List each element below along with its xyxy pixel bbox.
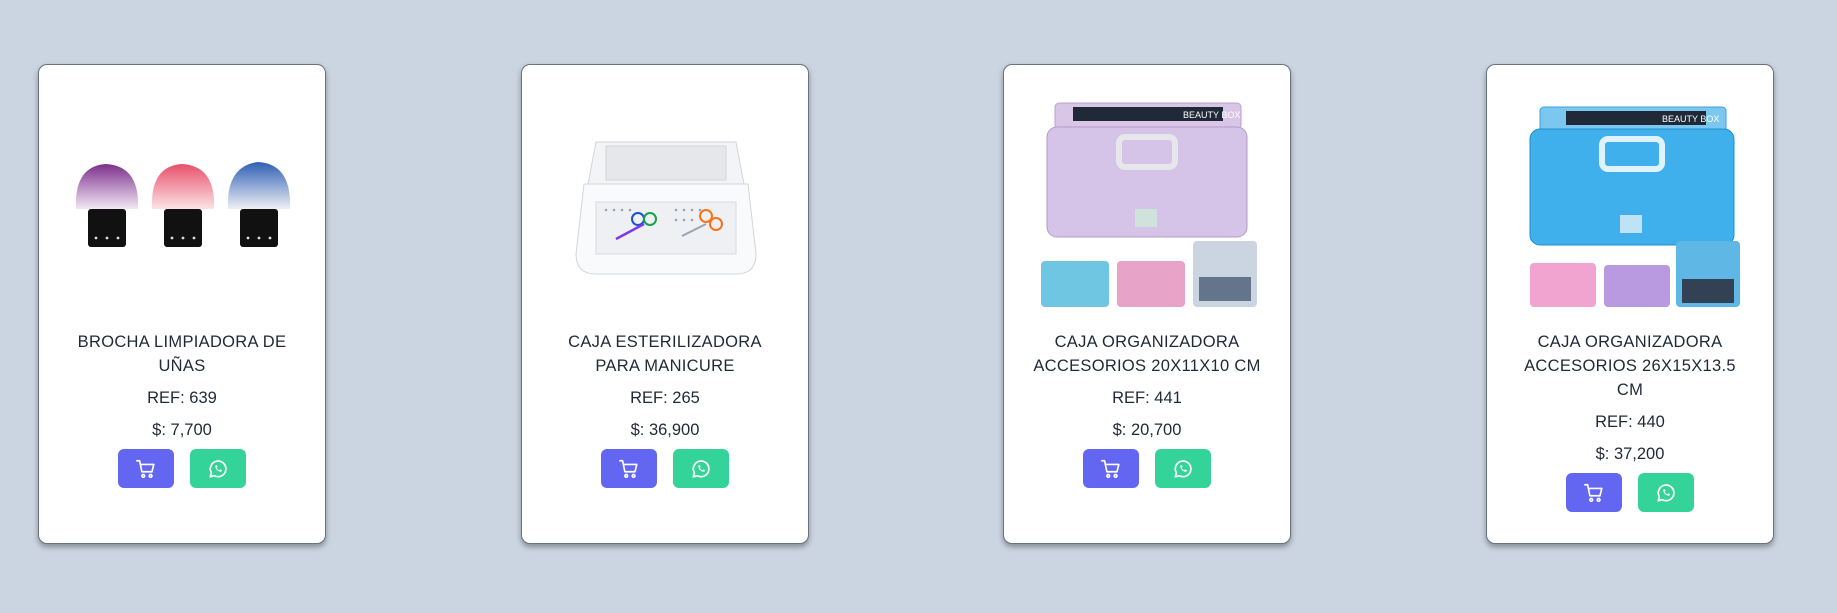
whatsapp-icon: [1174, 459, 1192, 478]
cart-icon: [136, 459, 155, 478]
product-title: CAJA ESTERILIZADORA PARA MANICURE: [568, 333, 762, 375]
product-ref: REF: 639: [147, 389, 217, 407]
cart-icon: [1101, 459, 1120, 478]
whatsapp-button[interactable]: [190, 449, 246, 488]
product-image[interactable]: BEAUTY BOX: [1024, 101, 1272, 317]
beauty-box-label: BEAUTY BOX: [1662, 114, 1719, 124]
add-to-cart-button[interactable]: [118, 449, 174, 488]
product-info: BROCHA LIMPIADORA DE UÑAS REF: 639 $: 7,…: [63, 330, 301, 488]
product-price: $: 7,700: [152, 421, 212, 439]
product-title: CAJA ORGANIZADORA ACCESORIOS 20X11X10 CM: [1033, 333, 1261, 375]
cart-icon: [1584, 483, 1603, 502]
product-actions: [63, 449, 301, 488]
product-info: CAJA ORGANIZADORA ACCESORIOS 20X11X10 CM…: [1028, 330, 1266, 488]
product-actions: [546, 449, 784, 488]
product-price: $: 36,900: [630, 421, 700, 439]
product-image[interactable]: [542, 101, 790, 317]
product-title: CAJA ORGANIZADORA ACCESORIOS 26X15X13.5 …: [1524, 333, 1736, 399]
product-price: $: 37,200: [1595, 445, 1665, 463]
add-to-cart-button[interactable]: [1566, 473, 1622, 512]
product-ref: REF: 265: [630, 389, 700, 407]
product-info: CAJA ESTERILIZADORA PARA MANICURE REF: 2…: [546, 330, 784, 488]
whatsapp-icon: [209, 459, 227, 478]
beauty-box-label: BEAUTY BOX: [1183, 110, 1240, 120]
whatsapp-button[interactable]: [673, 449, 729, 488]
add-to-cart-button[interactable]: [601, 449, 657, 488]
whatsapp-icon: [1657, 483, 1675, 502]
product-actions: [1511, 473, 1749, 512]
whatsapp-icon: [692, 459, 710, 478]
product-info: CAJA ORGANIZADORA ACCESORIOS 26X15X13.5 …: [1511, 330, 1749, 512]
product-actions: [1028, 449, 1266, 488]
add-to-cart-button[interactable]: [1083, 449, 1139, 488]
whatsapp-button[interactable]: [1155, 449, 1211, 488]
cart-icon: [619, 459, 638, 478]
product-card: CAJA ESTERILIZADORA PARA MANICURE REF: 2…: [521, 64, 809, 544]
product-ref: REF: 441: [1112, 389, 1182, 407]
product-image[interactable]: [59, 101, 307, 317]
product-ref: REF: 440: [1595, 413, 1665, 431]
product-image[interactable]: BEAUTY BOX: [1507, 101, 1755, 317]
product-card: BROCHA LIMPIADORA DE UÑAS REF: 639 $: 7,…: [38, 64, 326, 544]
product-card: BEAUTY BOX CAJA ORGANIZADORA ACCESORIOS …: [1486, 64, 1774, 544]
product-price: $: 20,700: [1112, 421, 1182, 439]
product-card: BEAUTY BOX CAJA ORGANIZADORA ACCESORIOS …: [1003, 64, 1291, 544]
product-title: BROCHA LIMPIADORA DE UÑAS: [77, 333, 287, 375]
whatsapp-button[interactable]: [1638, 473, 1694, 512]
